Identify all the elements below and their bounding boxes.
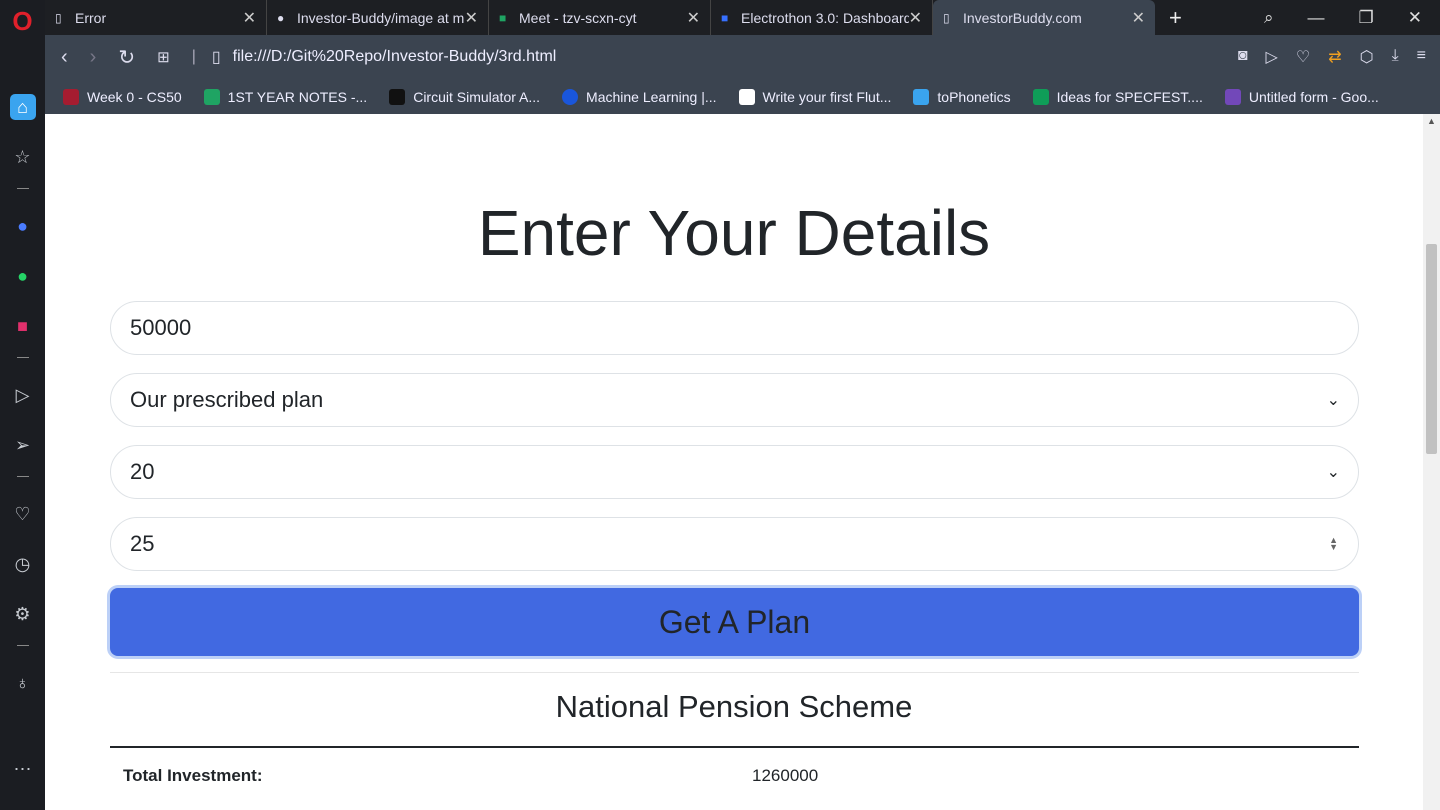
- send-icon[interactable]: ▷: [1266, 47, 1278, 67]
- bookmark[interactable]: 1ST YEAR NOTES -...: [203, 88, 367, 105]
- age-value: 25: [130, 531, 155, 556]
- devfolio-icon: ■: [721, 10, 729, 25]
- divider: |: [191, 48, 196, 65]
- new-tab-button[interactable]: +: [1169, 5, 1182, 31]
- page-title: Enter Your Details: [477, 197, 991, 269]
- amount-input[interactable]: 50000: [110, 301, 1359, 355]
- divider: [16, 357, 29, 358]
- page-icon: ▯: [55, 10, 62, 25]
- star-icon[interactable]: ☆: [10, 144, 36, 170]
- tab-investorbuddy[interactable]: ▯ InvestorBuddy.com ✕: [933, 0, 1155, 35]
- scheme-title: National Pension Scheme: [555, 689, 913, 724]
- bookmark-favicon-icon: [1032, 88, 1049, 105]
- bookmarks-bar: Week 0 - CS50 1ST YEAR NOTES -... Circui…: [45, 79, 1440, 114]
- bookmark[interactable]: Week 0 - CS50: [63, 88, 182, 105]
- bookmark[interactable]: Ideas for SPECFEST....: [1032, 88, 1203, 105]
- tab-strip: ▯ Error ✕ ● Investor-Buddy/image at m ✕ ■ Mee…: [45, 0, 1440, 35]
- bookmark[interactable]: Untitled form - Goo...: [1224, 88, 1379, 105]
- close-icon[interactable]: ✕: [465, 8, 478, 28]
- opera-logo-icon[interactable]: O: [12, 6, 32, 36]
- reload-button[interactable]: ↻: [118, 45, 135, 70]
- chevron-down-icon: ⌄: [1326, 392, 1340, 409]
- bookmark-favicon-icon: [738, 88, 755, 105]
- heart-icon[interactable]: ♡: [10, 501, 36, 527]
- gear-icon[interactable]: ⚙: [10, 601, 36, 627]
- scrollbar-thumb[interactable]: [1426, 244, 1437, 454]
- address-toolbar: ‹ › ↻ ⊞ | ▯ file:///D:/Git%20Repo/Invest…: [45, 35, 1440, 79]
- chevron-down-icon: ⌄: [1326, 464, 1340, 481]
- tab-meet[interactable]: ■ Meet - tzv-scxn-cyt ✕: [489, 0, 711, 35]
- close-icon[interactable]: ✕: [687, 8, 700, 28]
- history-icon[interactable]: ◷: [10, 551, 36, 577]
- heart-icon[interactable]: ♡: [1296, 47, 1310, 67]
- row-value: 1260000: [752, 766, 819, 785]
- forward-button[interactable]: ›: [90, 46, 97, 69]
- years-value: 20: [130, 459, 155, 484]
- meet-icon: ■: [499, 10, 507, 25]
- page-content: Enter Your Details 50000 Our prescribed …: [45, 114, 1423, 810]
- settings-sliders-icon[interactable]: ≡: [1417, 47, 1426, 67]
- page-scrollbar[interactable]: ▲: [1423, 114, 1440, 810]
- bookmark-favicon-icon: [203, 88, 220, 105]
- scroll-up-icon[interactable]: ▲: [1427, 116, 1436, 126]
- divider: [16, 645, 29, 646]
- bookmark[interactable]: Circuit Simulator A...: [389, 88, 540, 105]
- close-icon[interactable]: ✕: [1132, 8, 1145, 28]
- more-icon[interactable]: ⋯: [10, 756, 36, 782]
- address-bar[interactable]: file:///D:/Git%20Repo/Investor-Buddy/3rd…: [233, 48, 557, 66]
- close-window-button[interactable]: ✕: [1408, 8, 1422, 28]
- tab-electrothon[interactable]: ■ Electrothon 3.0: Dashboard ✕: [711, 0, 933, 35]
- bookmark[interactable]: Machine Learning |...: [562, 88, 717, 105]
- table-border: [110, 746, 1359, 748]
- bookmark[interactable]: Write your first Flut...: [738, 88, 891, 105]
- bookmark-favicon-icon: [913, 88, 930, 105]
- send-icon[interactable]: ➢: [10, 432, 36, 458]
- back-button[interactable]: ‹: [61, 46, 68, 69]
- home-icon[interactable]: ⌂: [9, 94, 36, 120]
- divider: [110, 672, 1359, 673]
- years-select[interactable]: 20 ⌄: [110, 445, 1359, 499]
- tabs-grid-icon[interactable]: ⊞: [157, 48, 170, 66]
- plan-select[interactable]: Our prescribed plan ⌄: [110, 373, 1359, 427]
- plan-value: Our prescribed plan: [130, 387, 324, 412]
- tab-github[interactable]: ● Investor-Buddy/image at m ✕: [267, 0, 489, 35]
- number-spinner-icon[interactable]: ▲ ▼: [1329, 536, 1338, 552]
- bookmark-favicon-icon: [389, 88, 406, 105]
- download-icon[interactable]: ⤓: [1392, 47, 1399, 67]
- page-icon: ▯: [211, 49, 221, 66]
- search-icon[interactable]: ⌕: [1264, 8, 1274, 28]
- whatsapp-icon[interactable]: ●: [10, 263, 36, 289]
- restore-button[interactable]: ❐: [1359, 8, 1374, 28]
- age-input[interactable]: 25 ▲ ▼: [110, 517, 1359, 571]
- lightbulb-icon[interactable]: ♁: [10, 670, 36, 696]
- browser-sidebar: O ⌂ ☆ ● ● ■ ▷ ➢ ♡ ◷ ⚙ ♁ ⋯: [0, 0, 45, 810]
- amount-value: 50000: [130, 315, 192, 340]
- close-icon[interactable]: ✕: [243, 8, 256, 28]
- camera-icon[interactable]: ◙: [1238, 47, 1248, 67]
- bookmark-favicon-icon: [63, 88, 79, 105]
- messenger-icon[interactable]: ●: [10, 213, 36, 239]
- github-icon: ●: [277, 10, 285, 25]
- tab-error[interactable]: ▯ Error ✕: [45, 0, 267, 35]
- cube-icon[interactable]: ⬡: [1360, 47, 1374, 67]
- close-icon[interactable]: ✕: [909, 8, 922, 28]
- extension-icon[interactable]: ⇄: [1328, 47, 1341, 67]
- page-icon: ▯: [943, 10, 950, 25]
- bookmark[interactable]: toPhonetics: [913, 88, 1011, 105]
- divider: [16, 188, 29, 189]
- bookmark-favicon-icon: [562, 88, 579, 105]
- row-label: Total Investment:: [123, 766, 263, 785]
- instagram-icon[interactable]: ■: [10, 313, 36, 339]
- minimize-button[interactable]: —: [1308, 8, 1325, 28]
- player-icon[interactable]: ▷: [10, 382, 36, 408]
- bookmark-favicon-icon: [1224, 88, 1241, 105]
- get-plan-button[interactable]: Get A Plan: [110, 588, 1359, 656]
- divider: [16, 476, 29, 477]
